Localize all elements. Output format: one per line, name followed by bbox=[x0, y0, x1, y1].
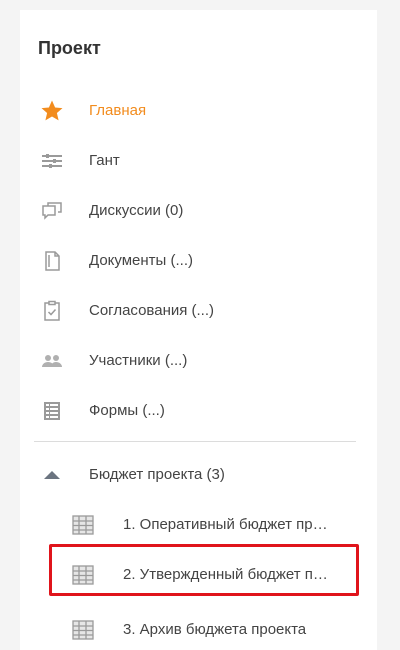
budget-section-toggle[interactable]: Бюджет проекта (3) bbox=[20, 455, 377, 495]
sidebar-item-documents[interactable]: Документы (...) bbox=[20, 241, 377, 281]
triangle-up-icon bbox=[40, 463, 64, 487]
sidebar-title: Проект bbox=[38, 38, 101, 58]
sidebar-item-participants[interactable]: Участники (...) bbox=[20, 341, 377, 381]
form-icon bbox=[40, 399, 64, 423]
star-icon bbox=[40, 99, 64, 123]
spreadsheet-icon bbox=[72, 565, 94, 585]
budget-item-approved[interactable]: 2. Утвержденный бюджет проекта bbox=[20, 555, 377, 595]
sidebar-item-gantt[interactable]: Гант bbox=[20, 141, 377, 181]
sidebar-item-label: Формы (...) bbox=[89, 402, 165, 419]
sidebar-item-forms[interactable]: Формы (...) bbox=[20, 391, 377, 431]
sidebar-divider bbox=[34, 441, 356, 442]
sidebar-item-discussions[interactable]: Дискуссии (0) bbox=[20, 191, 377, 231]
sidebar-item-home[interactable]: Главная bbox=[20, 91, 377, 131]
budget-item-label: 2. Утвержденный бюджет проекта bbox=[123, 566, 333, 583]
budget-item-operative[interactable]: 1. Оперативный бюджет проекта bbox=[20, 505, 377, 545]
sidebar-item-label: Гант bbox=[89, 152, 120, 169]
gantt-icon bbox=[40, 149, 64, 173]
discussion-icon bbox=[40, 199, 64, 223]
sidebar-item-label: Согласования (...) bbox=[89, 302, 215, 319]
sidebar-item-approvals[interactable]: Согласования (...) bbox=[20, 291, 377, 331]
sidebar-item-label: Главная bbox=[89, 102, 147, 119]
participants-icon bbox=[40, 349, 64, 373]
budget-item-archive[interactable]: 3. Архив бюджета проекта bbox=[20, 610, 377, 650]
budget-item-label: 3. Архив бюджета проекта bbox=[123, 621, 307, 638]
spreadsheet-icon bbox=[72, 515, 94, 535]
sidebar-item-label: Участники (...) bbox=[89, 352, 188, 369]
document-icon bbox=[40, 249, 64, 273]
sidebar-item-label: Дискуссии (0) bbox=[89, 202, 184, 219]
sidebar-item-label: Документы (...) bbox=[89, 252, 193, 269]
spreadsheet-icon bbox=[72, 620, 94, 640]
approval-icon bbox=[40, 299, 64, 323]
budget-item-label: 1. Оперативный бюджет проекта bbox=[123, 516, 333, 533]
project-sidebar: Проект Главная Гант Дискуссии (0) Докуме… bbox=[20, 10, 377, 650]
budget-section-label: Бюджет проекта (3) bbox=[89, 466, 225, 483]
